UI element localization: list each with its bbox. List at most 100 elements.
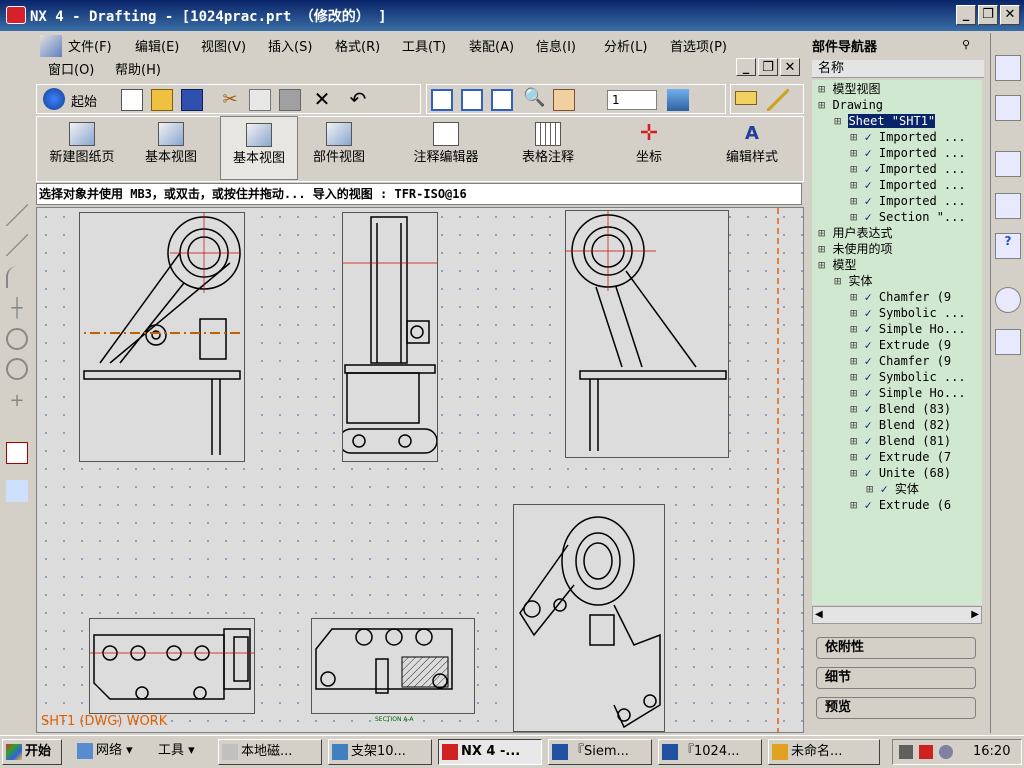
tree-node[interactable]: ⊞ 模型 xyxy=(818,258,856,272)
checkbox-icon[interactable]: ✓ xyxy=(864,370,878,384)
checkbox-icon[interactable]: ✓ xyxy=(864,434,878,448)
tree-node[interactable]: ⊞ ✓ Symbolic ... xyxy=(850,306,966,320)
checkbox-icon[interactable]: ✓ xyxy=(864,146,878,160)
keyboard-icon[interactable] xyxy=(899,745,913,759)
tree-node[interactable]: ⊞ ✓ Blend (82) xyxy=(850,418,951,432)
menu-insert[interactable]: 插入(S) xyxy=(268,36,312,55)
paste-icon[interactable] xyxy=(279,89,301,111)
tree-node[interactable]: ⊞ ✓ Imported ... xyxy=(850,130,966,144)
expand-icon[interactable]: ⊞ xyxy=(850,418,864,432)
zoom-window-icon[interactable] xyxy=(491,89,513,111)
layer-settings-icon[interactable] xyxy=(667,89,689,111)
tools-menu[interactable]: 工具 ▾ xyxy=(152,739,210,765)
start-button[interactable]: 开始 xyxy=(2,739,62,765)
checkbox-icon[interactable]: ✓ xyxy=(864,162,878,176)
expand-icon[interactable]: ⊞ xyxy=(850,386,864,400)
checkbox-icon[interactable]: ✓ xyxy=(864,210,878,224)
tree-node[interactable]: ⊞ 未使用的项 xyxy=(818,242,892,256)
tree-node[interactable]: ⊞ ✓ Imported ... xyxy=(850,194,966,208)
line-icon[interactable] xyxy=(6,204,28,226)
tree-node[interactable]: ⊞ ✓ Imported ... xyxy=(850,146,966,160)
drawing-canvas[interactable]: SECTION A-A SHT1 (DWG) WORK xyxy=(36,207,804,733)
checkbox-icon[interactable]: ✓ xyxy=(864,290,878,304)
task-local-disk[interactable]: 本地磁... xyxy=(218,739,322,765)
task-bracket[interactable]: 支架10... xyxy=(328,739,432,765)
checkbox-icon[interactable]: ✓ xyxy=(864,450,878,464)
tree-node[interactable]: ⊞ 模型视图 xyxy=(818,82,880,96)
annotation-editor-button[interactable]: 注释编辑器 xyxy=(408,116,484,180)
tree-node[interactable]: ⊞ Drawing xyxy=(818,98,883,112)
drawing-view-top[interactable] xyxy=(89,618,255,714)
checkbox-icon[interactable]: ✓ xyxy=(880,482,894,496)
expand-icon[interactable]: ⊞ xyxy=(850,130,864,144)
checkbox-icon[interactable]: ✓ xyxy=(864,178,878,192)
point-icon[interactable]: ┼ xyxy=(6,298,28,320)
coordinate-button[interactable]: ✛ 坐标 xyxy=(616,116,682,180)
cross-icon[interactable]: + xyxy=(6,390,28,412)
tree-node[interactable]: ⊞ ✓ Extrude (6 xyxy=(850,498,951,512)
menu-assembly[interactable]: 装配(A) xyxy=(469,36,514,55)
line-chain-icon[interactable] xyxy=(6,234,28,256)
task-siemens[interactable]: 『Siem... xyxy=(548,739,652,765)
expand-icon[interactable]: ⊞ xyxy=(850,178,864,192)
help-icon[interactable]: ? xyxy=(995,233,1021,259)
checkbox-icon[interactable]: ✓ xyxy=(864,338,878,352)
tree-node[interactable]: ⊞ ✓ Chamfer (9 xyxy=(850,354,951,368)
base-view-button-2[interactable]: 基本视图 xyxy=(220,116,298,180)
tree-node[interactable]: ⊞ ✓ Unite (68) xyxy=(850,466,951,480)
navigator-h-scrollbar[interactable]: ◀ ▶ xyxy=(812,606,982,624)
tree-node[interactable]: ⊞ ✓ 实体 xyxy=(866,482,919,496)
doc-restore-button[interactable]: ❐ xyxy=(758,58,778,76)
volume-icon[interactable] xyxy=(939,745,953,759)
menu-preferences[interactable]: 首选项(P) xyxy=(670,36,727,55)
details-panel[interactable]: 细节 xyxy=(816,667,976,689)
copy-icon[interactable] xyxy=(249,89,271,111)
expand-icon[interactable]: ⊞ xyxy=(818,98,832,112)
checkbox-icon[interactable]: ✓ xyxy=(864,402,878,416)
tree-node[interactable]: ⊞ Sheet "SHT1" xyxy=(834,114,936,128)
menu-window[interactable]: 窗口(O) xyxy=(48,59,94,78)
task-nx[interactable]: NX 4 -... xyxy=(438,739,542,765)
new-sheet-button[interactable]: 新建图纸页 xyxy=(42,116,122,180)
open-folder-icon[interactable] xyxy=(151,89,173,111)
expand-icon[interactable]: ⊞ xyxy=(850,322,864,336)
expand-icon[interactable]: ⊞ xyxy=(850,498,864,512)
antivirus-icon[interactable] xyxy=(919,745,933,759)
expand-icon[interactable]: ⊞ xyxy=(866,482,880,496)
tree-node[interactable]: ⊞ ✓ Extrude (9 xyxy=(850,338,951,352)
tree-node[interactable]: ⊞ ✓ Section "... xyxy=(850,210,966,224)
dependencies-panel[interactable]: 依附性 xyxy=(816,637,976,659)
assembly-navigator-icon[interactable] xyxy=(995,55,1021,81)
checkbox-icon[interactable]: ✓ xyxy=(864,354,878,368)
start-dropdown[interactable]: 起始 xyxy=(71,91,97,110)
checkbox-icon[interactable]: ✓ xyxy=(864,194,878,208)
menu-file[interactable]: 文件(F) xyxy=(68,36,112,55)
pan-icon[interactable] xyxy=(553,89,575,111)
expand-icon[interactable]: ⊞ xyxy=(818,242,832,256)
menu-analysis[interactable]: 分析(L) xyxy=(604,36,647,55)
menu-help[interactable]: 帮助(H) xyxy=(115,59,161,78)
tree-node[interactable]: ⊞ ✓ Imported ... xyxy=(850,162,966,176)
scroll-right-icon[interactable]: ▶ xyxy=(971,609,979,620)
drawing-view-right[interactable] xyxy=(565,210,729,458)
arc-icon[interactable] xyxy=(6,266,28,288)
drawing-view-isometric[interactable] xyxy=(513,504,665,732)
drawing-view-front[interactable] xyxy=(70,212,254,462)
navigator-column-header[interactable]: 名称 xyxy=(812,60,984,78)
edit-style-button[interactable]: A 编辑样式 xyxy=(712,116,792,180)
checkbox-icon[interactable]: ✓ xyxy=(864,466,878,480)
roles-icon[interactable] xyxy=(995,329,1021,355)
circle-icon[interactable] xyxy=(6,328,28,350)
close-button[interactable]: ✕ xyxy=(1000,5,1020,25)
drawing-view-section[interactable] xyxy=(311,618,475,714)
expand-icon[interactable]: ⊞ xyxy=(850,338,864,352)
tree-node[interactable]: ⊞ ✓ Extrude (7 xyxy=(850,450,951,464)
task-1024[interactable]: 『1024... xyxy=(658,739,762,765)
expand-icon[interactable]: ⊞ xyxy=(850,290,864,304)
snap-icon[interactable] xyxy=(6,442,28,464)
circle2-icon[interactable] xyxy=(6,358,28,380)
tree-node[interactable]: ⊞ ✓ Blend (81) xyxy=(850,434,951,448)
doc-minimize-button[interactable]: _ xyxy=(736,58,756,76)
preview-panel[interactable]: 预览 xyxy=(816,697,976,719)
tree-node[interactable]: ⊞ ✓ Simple Ho... xyxy=(850,322,966,336)
